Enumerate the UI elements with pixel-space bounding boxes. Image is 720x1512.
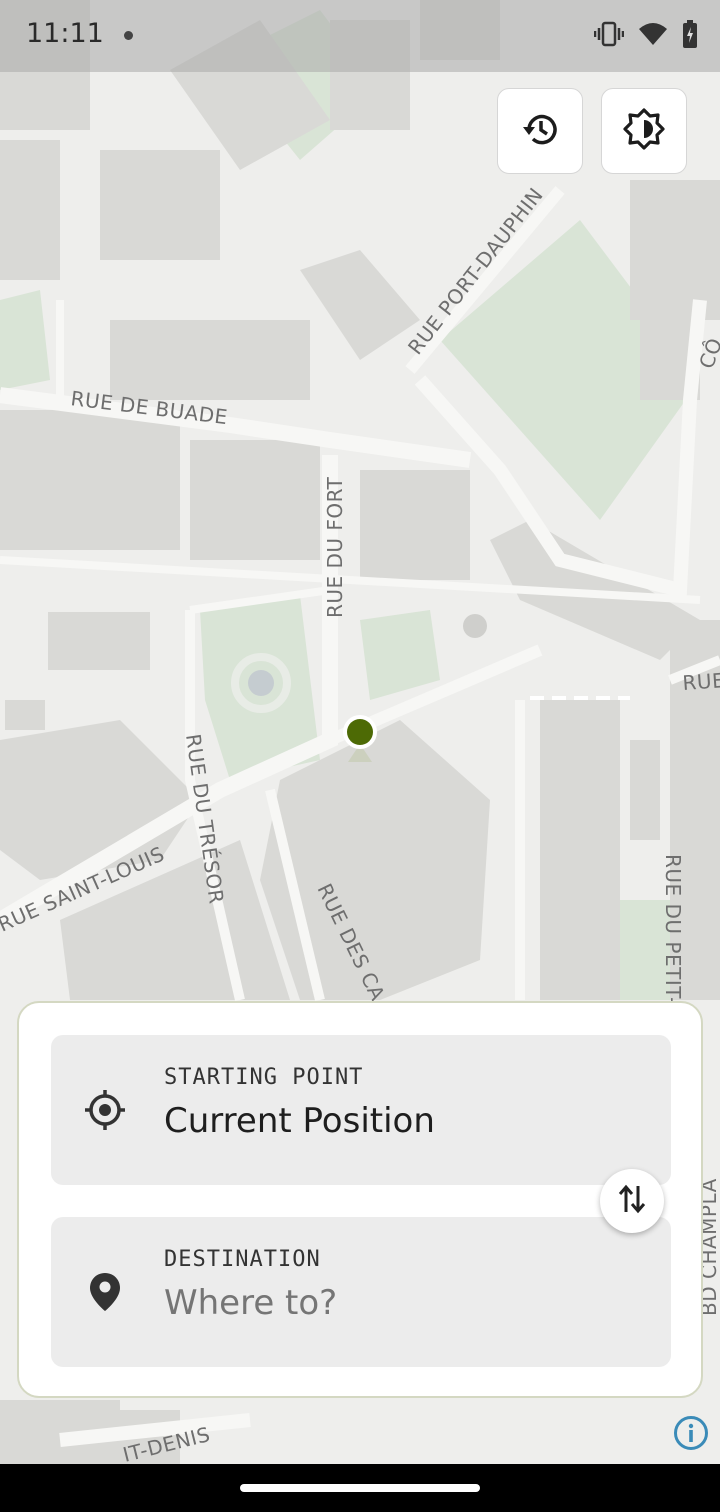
theme-toggle-button[interactable] <box>601 88 687 174</box>
crosshair-icon <box>83 1088 127 1132</box>
notification-dot-icon <box>124 31 133 40</box>
fountain <box>248 670 274 696</box>
swap-vertical-icon <box>617 1182 647 1220</box>
vibrate-icon <box>593 21 625 51</box>
battery-icon <box>682 20 698 52</box>
destination-field[interactable]: DESTINATION <box>51 1217 671 1367</box>
swap-button[interactable] <box>600 1169 664 1233</box>
destination-label: DESTINATION <box>164 1247 321 1272</box>
status-bar: 11:11 <box>0 0 720 72</box>
home-gesture-handle[interactable] <box>240 1484 480 1492</box>
status-time: 11:11 <box>26 18 104 49</box>
info-icon <box>673 1415 709 1455</box>
destination-input[interactable] <box>164 1283 644 1323</box>
starting-point-label: STARTING POINT <box>164 1065 364 1090</box>
wifi-icon <box>638 21 668 51</box>
history-button[interactable] <box>497 88 583 174</box>
route-panel: STARTING POINT Current Position DESTINAT… <box>17 1001 703 1398</box>
map-attribution-button[interactable] <box>673 1415 709 1455</box>
street-label: RUE DU FORT <box>323 476 347 618</box>
status-icons <box>593 20 698 52</box>
starting-point-field[interactable]: STARTING POINT Current Position <box>51 1035 671 1185</box>
location-pin-icon <box>83 1270 127 1314</box>
street-label: RUE <box>682 668 720 695</box>
navigation-bar <box>0 1464 720 1512</box>
starting-point-value: Current Position <box>164 1101 435 1141</box>
map-landmark <box>463 614 487 638</box>
street-label: RUE DU PETIT- <box>661 854 685 1005</box>
history-icon <box>520 109 560 153</box>
brightness-icon <box>623 108 665 154</box>
